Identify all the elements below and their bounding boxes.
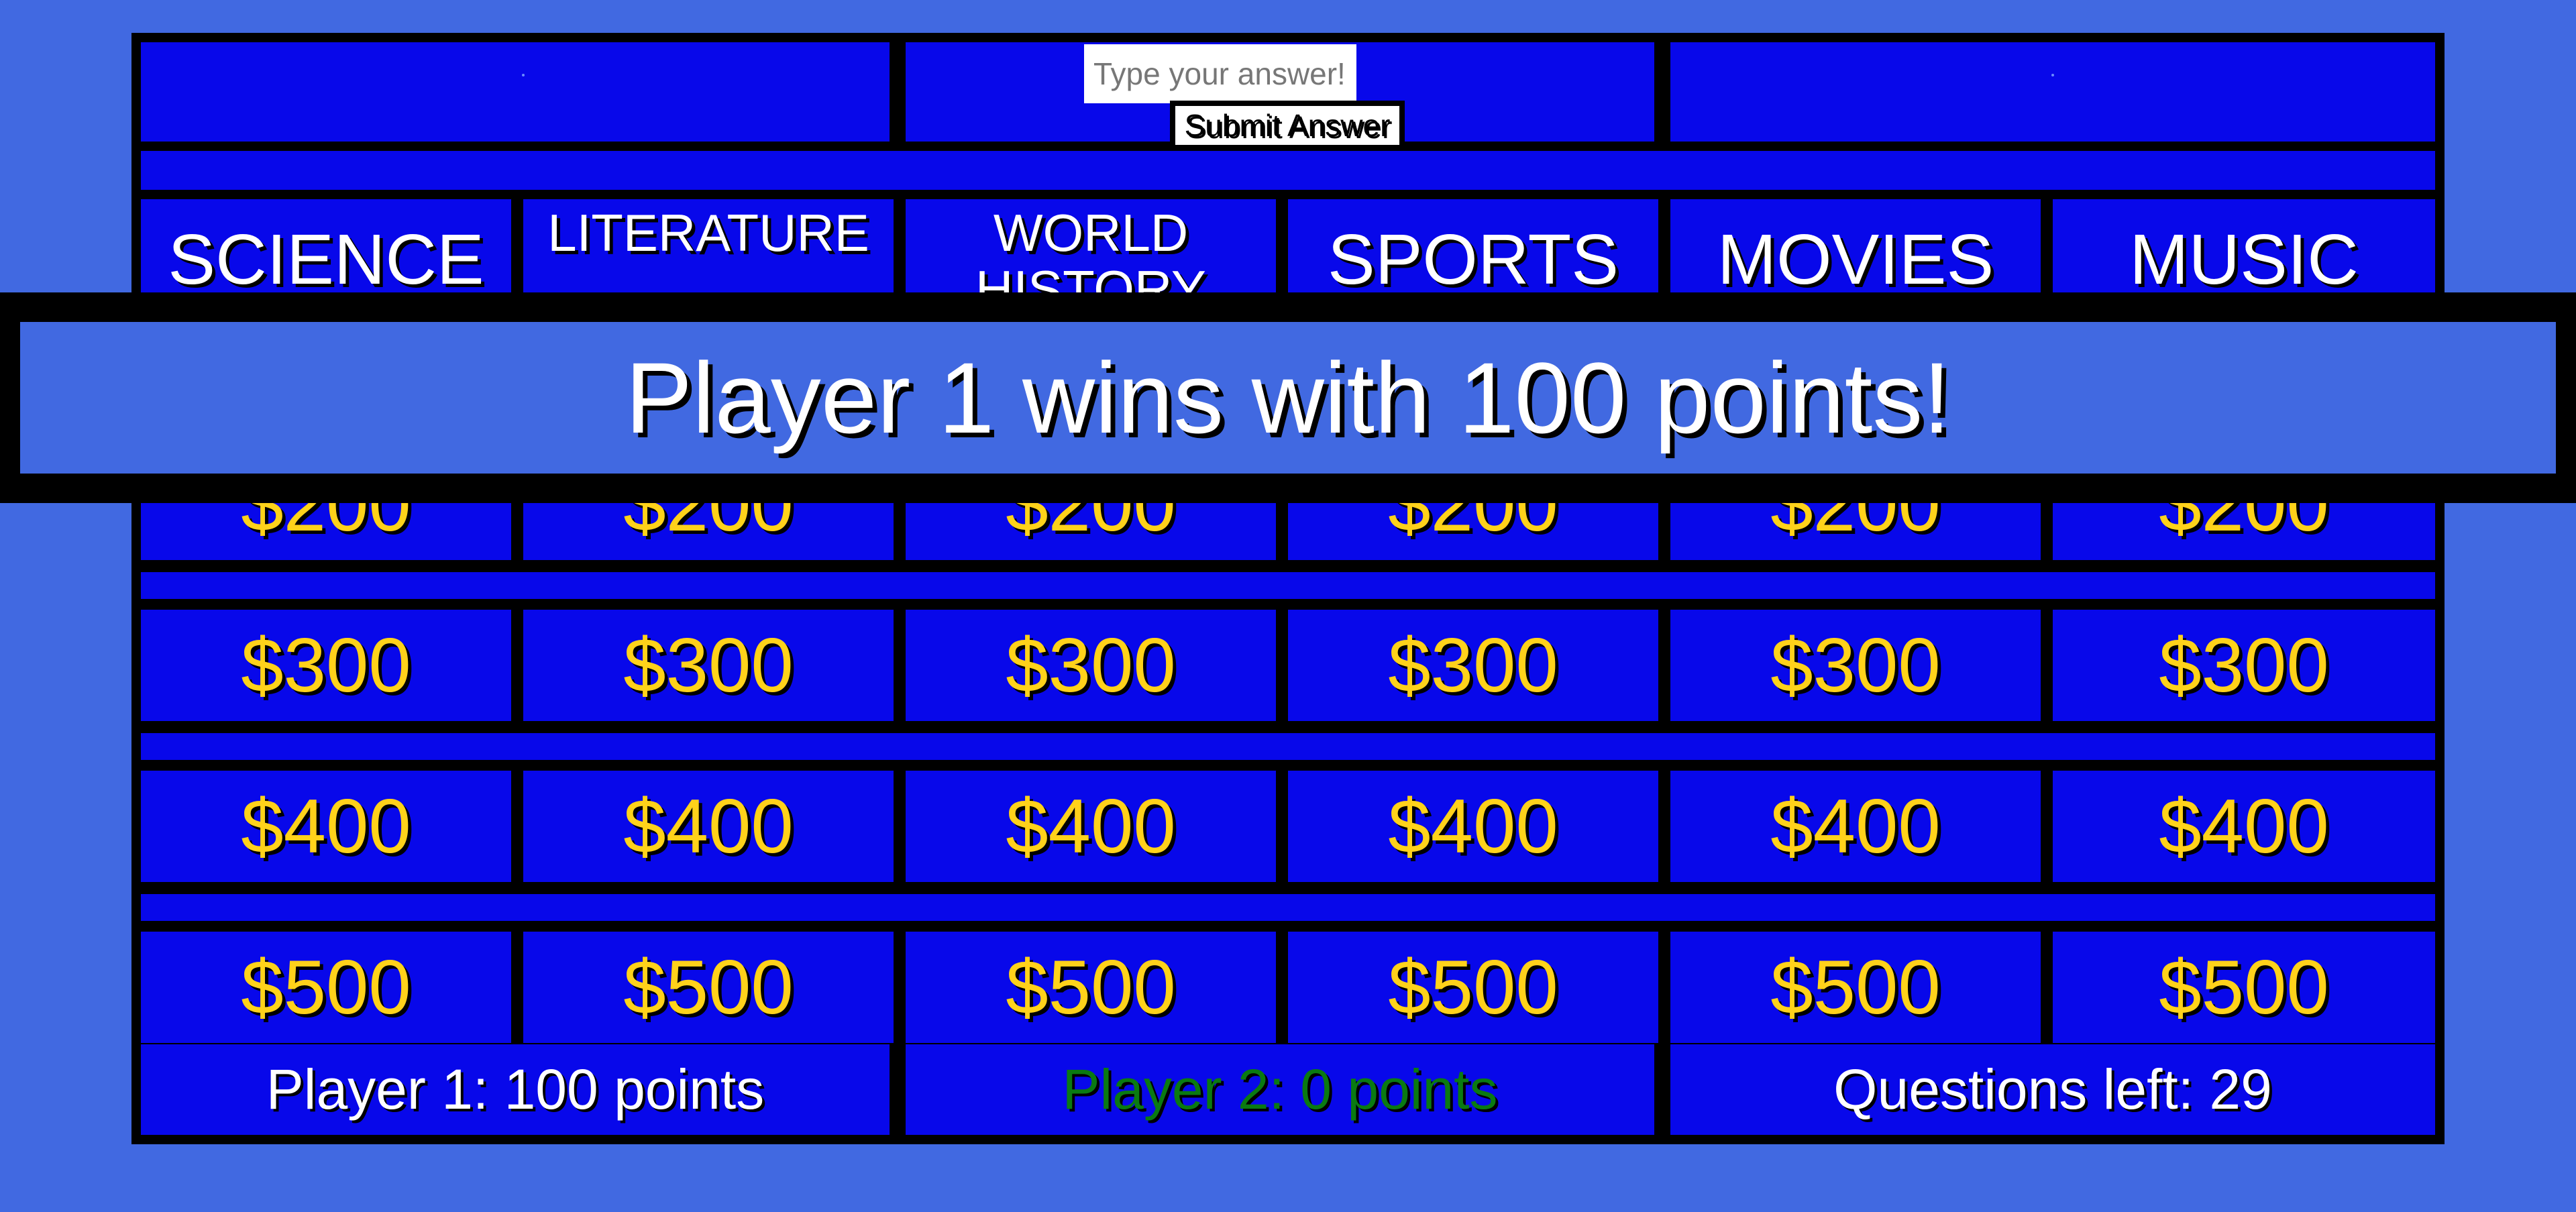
clue-music-400[interactable]: $400 [2053, 771, 2435, 882]
answer-input[interactable] [1084, 44, 1356, 103]
winner-message: Player 1 wins with 100 points! [625, 341, 1951, 454]
questions-left: Questions left: 29 [1670, 1044, 2435, 1135]
clue-music-300[interactable]: $300 [2053, 610, 2435, 721]
divider-row [141, 151, 2435, 190]
divider-row [141, 733, 2435, 760]
submit-answer-label: Submit Answer [1175, 106, 1399, 145]
clue-science-300[interactable]: $300 [141, 610, 511, 721]
game-board: SCIENCE LITERATURE WORLD HISTORY SPORTS … [131, 33, 2445, 1144]
winner-banner: Player 1 wins with 100 points! [0, 292, 2576, 503]
clue-movies-300[interactable]: $300 [1670, 610, 2041, 721]
clue-music-500[interactable]: $500 [2053, 932, 2435, 1043]
clue-sports-400[interactable]: $400 [1288, 771, 1658, 882]
clue-science-400[interactable]: $400 [141, 771, 511, 882]
clue-sports-300[interactable]: $300 [1288, 610, 1658, 721]
clue-world-history-300[interactable]: $300 [906, 610, 1276, 721]
clue-world-history-400[interactable]: $400 [906, 771, 1276, 882]
player1-score: Player 1: 100 points [141, 1044, 890, 1135]
clue-movies-500[interactable]: $500 [1670, 932, 2041, 1043]
clue-sports-500[interactable]: $500 [1288, 932, 1658, 1043]
clue-literature-400[interactable]: $400 [523, 771, 894, 882]
clue-literature-500[interactable]: $500 [523, 932, 894, 1043]
submit-answer-button[interactable]: Submit Answer [1170, 101, 1405, 150]
clue-science-500[interactable]: $500 [141, 932, 511, 1043]
clue-world-history-500[interactable]: $500 [906, 932, 1276, 1043]
player2-score: Player 2: 0 points [906, 1044, 1654, 1135]
divider-row [141, 894, 2435, 921]
top-right-panel [1670, 42, 2435, 142]
top-left-panel [141, 42, 890, 142]
clue-literature-300[interactable]: $300 [523, 610, 894, 721]
winner-banner-inner: Player 1 wins with 100 points! [20, 322, 2556, 474]
top-right-dot [2051, 74, 2054, 76]
top-left-dot [522, 74, 525, 76]
clue-movies-400[interactable]: $400 [1670, 771, 2041, 882]
divider-row [141, 572, 2435, 599]
